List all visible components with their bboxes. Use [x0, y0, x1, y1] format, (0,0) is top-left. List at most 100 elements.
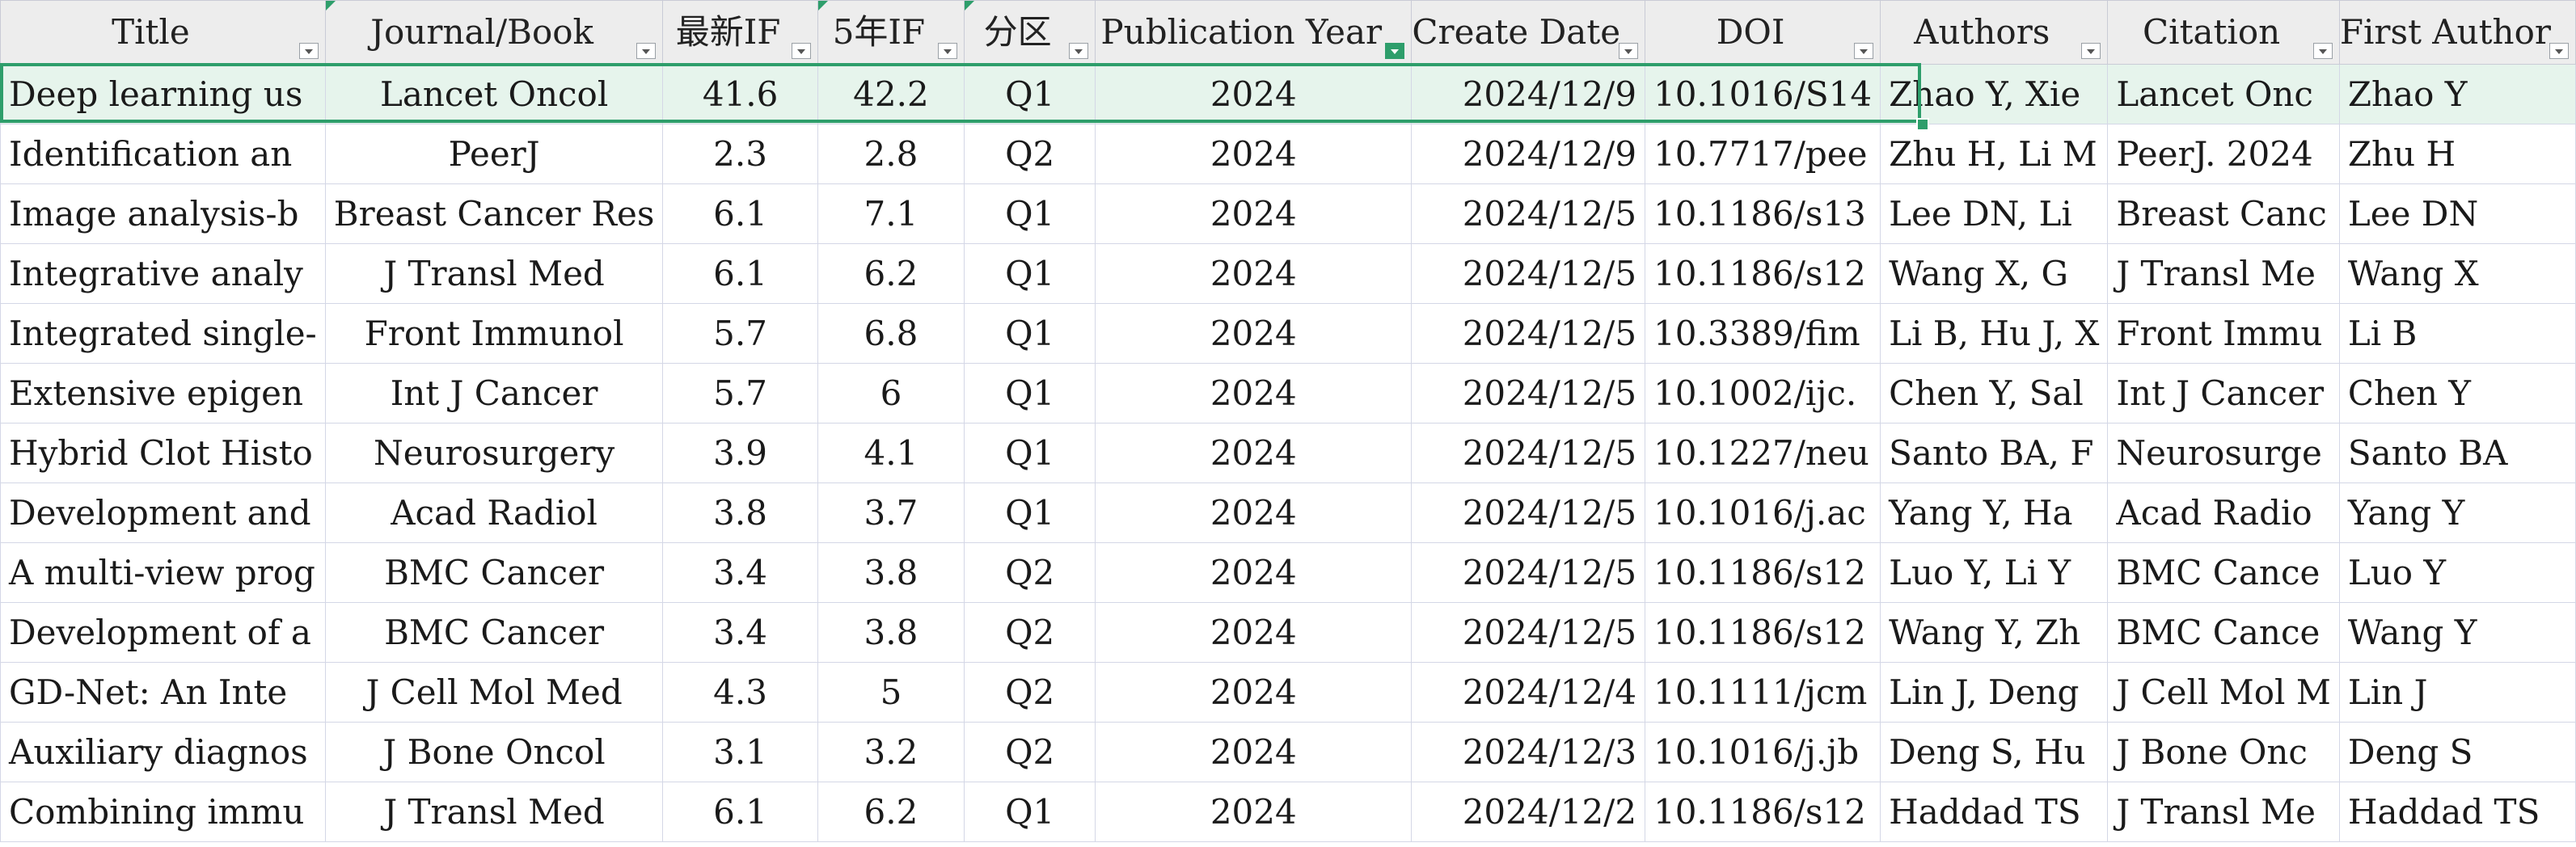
cell-title[interactable]: Integrated single- [0, 303, 326, 364]
cell-title[interactable]: Integrative analy [0, 243, 326, 304]
table-row[interactable]: GD-Net: An Inte J Cell Mol Med 4.3 5 Q2 2024 2… [0, 662, 2576, 723]
cell-if-5yr[interactable]: 6.8 [817, 303, 965, 364]
cell-pub-year[interactable]: 2024 [1095, 722, 1413, 782]
cell-authors[interactable]: Haddad TS [1880, 782, 2109, 842]
filter-dropdown-icon[interactable] [1619, 43, 1639, 59]
column-header-doi[interactable]: DOI [1645, 0, 1881, 65]
cell-if-5yr[interactable]: 42.2 [817, 64, 965, 124]
cell-journal[interactable]: BMC Cancer [324, 542, 664, 603]
cell-if-latest[interactable]: 3.4 [662, 602, 818, 663]
cell-doi[interactable]: 10.1002/ijc. [1645, 363, 1881, 424]
filter-dropdown-icon[interactable] [298, 43, 319, 59]
cell-first-author[interactable]: Zhu H [2338, 124, 2576, 184]
cell-if-latest[interactable]: 4.3 [662, 662, 818, 723]
table-row[interactable]: Hybrid Clot Histo Neurosurgery 3.9 4.1 Q1 202… [0, 423, 2576, 483]
cell-doi[interactable]: 10.3389/fim [1645, 303, 1881, 364]
cell-citation[interactable]: J Transl Me [2107, 243, 2340, 304]
cell-citation[interactable]: PeerJ. 2024 [2107, 124, 2340, 184]
cell-if-5yr[interactable]: 6.2 [817, 243, 965, 304]
cell-create-date[interactable]: 2024/12/3 [1411, 722, 1646, 782]
cell-title[interactable]: Deep learning us [0, 64, 326, 124]
cell-doi[interactable]: 10.1186/s12 [1645, 542, 1881, 603]
cell-authors[interactable]: Santo BA, F [1880, 423, 2109, 483]
cell-quartile[interactable]: Q1 [964, 64, 1096, 124]
cell-first-author[interactable]: Santo BA [2338, 423, 2576, 483]
cell-authors[interactable]: Deng S, Hu [1880, 722, 2109, 782]
table-row[interactable]: A multi-view prog BMC Cancer 3.4 3.8 Q2 2024 2… [0, 542, 2576, 603]
cell-pub-year[interactable]: 2024 [1095, 423, 1413, 483]
cell-citation[interactable]: Acad Radio [2107, 482, 2340, 543]
cell-if-5yr[interactable]: 6.2 [817, 782, 965, 842]
cell-first-author[interactable]: Haddad TS [2338, 782, 2576, 842]
cell-journal[interactable]: J Bone Oncol [324, 722, 664, 782]
filter-dropdown-icon[interactable] [938, 43, 958, 59]
cell-pub-year[interactable]: 2024 [1095, 124, 1413, 184]
cell-if-5yr[interactable]: 2.8 [817, 124, 965, 184]
cell-doi[interactable]: 10.1016/j.jb [1645, 722, 1881, 782]
cell-doi[interactable]: 10.1016/j.ac [1645, 482, 1881, 543]
cell-doi[interactable]: 10.1227/neu [1645, 423, 1881, 483]
cell-authors[interactable]: Lee DN, Li [1880, 183, 2109, 244]
cell-authors[interactable]: Chen Y, Sal [1880, 363, 2109, 424]
cell-if-5yr[interactable]: 4.1 [817, 423, 965, 483]
column-header-quartile[interactable]: 分区 [964, 0, 1096, 65]
column-header-citation[interactable]: Citation [2107, 0, 2340, 65]
cell-if-5yr[interactable]: 3.2 [817, 722, 965, 782]
cell-doi[interactable]: 10.1186/s12 [1645, 782, 1881, 842]
cell-doi[interactable]: 10.1186/s12 [1645, 602, 1881, 663]
cell-if-latest[interactable]: 3.4 [662, 542, 818, 603]
cell-journal[interactable]: Int J Cancer [324, 363, 664, 424]
cell-title[interactable]: Combining immu [0, 782, 326, 842]
filter-active-icon[interactable] [1385, 43, 1405, 59]
cell-pub-year[interactable]: 2024 [1095, 303, 1413, 364]
table-row[interactable]: Auxiliary diagnos J Bone Oncol 3.1 3.2 Q2 202… [0, 722, 2576, 782]
table-row[interactable]: Integrated single- Front Immunol 5.7 6.8 Q1 2… [0, 303, 2576, 364]
cell-pub-year[interactable]: 2024 [1095, 602, 1413, 663]
cell-first-author[interactable]: Yang Y [2338, 482, 2576, 543]
table-row[interactable]: Combining immu J Transl Med 6.1 6.2 Q1 2024 20… [0, 782, 2576, 842]
cell-authors[interactable]: Li B, Hu J, X [1880, 303, 2109, 364]
cell-doi[interactable]: 10.7717/pee [1645, 124, 1881, 184]
filter-dropdown-icon[interactable] [2081, 43, 2101, 59]
cell-first-author[interactable]: Wang X [2338, 243, 2576, 304]
filter-dropdown-icon[interactable] [1854, 43, 1874, 59]
column-header-first-author[interactable]: First Author [2338, 0, 2576, 65]
cell-if-latest[interactable]: 3.1 [662, 722, 818, 782]
cell-citation[interactable]: Neurosurge [2107, 423, 2340, 483]
cell-if-5yr[interactable]: 5 [817, 662, 965, 723]
cell-create-date[interactable]: 2024/12/5 [1411, 243, 1646, 304]
table-row[interactable]: Deep learning us Lancet Oncol 41.6 42.2 Q1 20… [0, 64, 2576, 124]
cell-quartile[interactable]: Q1 [964, 423, 1096, 483]
table-row[interactable]: Extensive epigen Int J Cancer 5.7 6 Q1 2024 20… [0, 363, 2576, 424]
column-header-if-5yr[interactable]: 5年IF [817, 0, 965, 65]
cell-title[interactable]: GD-Net: An Inte [0, 662, 326, 723]
filter-dropdown-icon[interactable] [1069, 43, 1089, 59]
cell-if-latest[interactable]: 5.7 [662, 303, 818, 364]
cell-pub-year[interactable]: 2024 [1095, 183, 1413, 244]
cell-journal[interactable]: Neurosurgery [324, 423, 664, 483]
cell-pub-year[interactable]: 2024 [1095, 542, 1413, 603]
cell-quartile[interactable]: Q1 [964, 482, 1096, 543]
filter-dropdown-icon[interactable] [636, 43, 657, 59]
cell-quartile[interactable]: Q2 [964, 124, 1096, 184]
cell-citation[interactable]: J Cell Mol M [2107, 662, 2340, 723]
cell-title[interactable]: Extensive epigen [0, 363, 326, 424]
column-header-authors[interactable]: Authors [1880, 0, 2109, 65]
cell-create-date[interactable]: 2024/12/2 [1411, 782, 1646, 842]
cell-if-latest[interactable]: 3.9 [662, 423, 818, 483]
cell-title[interactable]: Hybrid Clot Histo [0, 423, 326, 483]
cell-quartile[interactable]: Q2 [964, 602, 1096, 663]
cell-title[interactable]: Development and [0, 482, 326, 543]
cell-first-author[interactable]: Chen Y [2338, 363, 2576, 424]
cell-quartile[interactable]: Q2 [964, 722, 1096, 782]
cell-if-latest[interactable]: 6.1 [662, 782, 818, 842]
cell-journal[interactable]: Lancet Oncol [324, 64, 664, 124]
column-header-journal[interactable]: Journal/Book [324, 0, 664, 65]
cell-if-5yr[interactable]: 3.8 [817, 542, 965, 603]
cell-citation[interactable]: BMC Cance [2107, 542, 2340, 603]
cell-create-date[interactable]: 2024/12/5 [1411, 303, 1646, 364]
cell-first-author[interactable]: Lin J [2338, 662, 2576, 723]
cell-first-author[interactable]: Wang Y [2338, 602, 2576, 663]
cell-create-date[interactable]: 2024/12/5 [1411, 423, 1646, 483]
table-row[interactable]: Development and Acad Radiol 3.8 3.7 Q1 2024 20… [0, 482, 2576, 543]
